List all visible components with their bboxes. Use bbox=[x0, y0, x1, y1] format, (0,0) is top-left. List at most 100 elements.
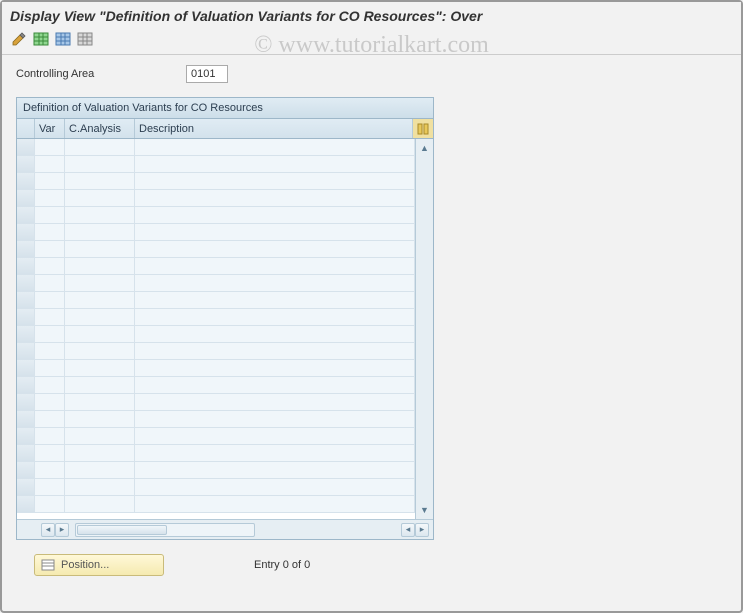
row-selector[interactable] bbox=[17, 173, 35, 189]
row-selector[interactable] bbox=[17, 445, 35, 461]
cell-var[interactable] bbox=[35, 139, 65, 155]
select-all-header[interactable] bbox=[17, 119, 35, 138]
row-selector[interactable] bbox=[17, 411, 35, 427]
row-selector[interactable] bbox=[17, 326, 35, 342]
row-selector[interactable] bbox=[17, 224, 35, 240]
cell-var[interactable] bbox=[35, 479, 65, 495]
table-row[interactable] bbox=[17, 428, 415, 445]
cell-var[interactable] bbox=[35, 207, 65, 223]
table-row[interactable] bbox=[17, 190, 415, 207]
controlling-area-value[interactable]: 0101 bbox=[186, 65, 228, 83]
hscroll-track[interactable] bbox=[75, 523, 255, 537]
cell-description[interactable] bbox=[135, 428, 415, 444]
cell-description[interactable] bbox=[135, 207, 415, 223]
row-selector[interactable] bbox=[17, 156, 35, 172]
cell-description[interactable] bbox=[135, 292, 415, 308]
cell-canalysis[interactable] bbox=[65, 139, 135, 155]
table-row[interactable] bbox=[17, 241, 415, 258]
table-row[interactable] bbox=[17, 394, 415, 411]
cell-var[interactable] bbox=[35, 173, 65, 189]
cell-canalysis[interactable] bbox=[65, 394, 135, 410]
cell-canalysis[interactable] bbox=[65, 207, 135, 223]
scroll-last-icon[interactable]: ▸ bbox=[415, 523, 429, 537]
row-selector[interactable] bbox=[17, 496, 35, 512]
table-row[interactable] bbox=[17, 496, 415, 513]
position-button[interactable]: Position... bbox=[34, 554, 164, 576]
table-gray-icon[interactable] bbox=[76, 30, 94, 48]
table-row[interactable] bbox=[17, 156, 415, 173]
cell-var[interactable] bbox=[35, 377, 65, 393]
table-row[interactable] bbox=[17, 445, 415, 462]
cell-canalysis[interactable] bbox=[65, 292, 135, 308]
cell-canalysis[interactable] bbox=[65, 462, 135, 478]
row-selector[interactable] bbox=[17, 241, 35, 257]
row-selector[interactable] bbox=[17, 292, 35, 308]
scroll-first-icon[interactable]: ◂ bbox=[41, 523, 55, 537]
cell-canalysis[interactable] bbox=[65, 360, 135, 376]
row-selector[interactable] bbox=[17, 258, 35, 274]
cell-var[interactable] bbox=[35, 224, 65, 240]
cell-var[interactable] bbox=[35, 258, 65, 274]
cell-description[interactable] bbox=[135, 394, 415, 410]
scroll-left-icon[interactable]: ▸ bbox=[55, 523, 69, 537]
edit-icon[interactable] bbox=[10, 30, 28, 48]
table-row[interactable] bbox=[17, 224, 415, 241]
cell-canalysis[interactable] bbox=[65, 496, 135, 512]
cell-canalysis[interactable] bbox=[65, 241, 135, 257]
table-row[interactable] bbox=[17, 326, 415, 343]
cell-description[interactable] bbox=[135, 139, 415, 155]
row-selector[interactable] bbox=[17, 343, 35, 359]
cell-description[interactable] bbox=[135, 156, 415, 172]
cell-var[interactable] bbox=[35, 411, 65, 427]
table-row[interactable] bbox=[17, 411, 415, 428]
cell-var[interactable] bbox=[35, 156, 65, 172]
row-selector[interactable] bbox=[17, 207, 35, 223]
cell-canalysis[interactable] bbox=[65, 156, 135, 172]
cell-canalysis[interactable] bbox=[65, 479, 135, 495]
cell-canalysis[interactable] bbox=[65, 428, 135, 444]
table-row[interactable] bbox=[17, 309, 415, 326]
cell-var[interactable] bbox=[35, 309, 65, 325]
cell-description[interactable] bbox=[135, 496, 415, 512]
cell-canalysis[interactable] bbox=[65, 411, 135, 427]
col-description[interactable]: Description bbox=[135, 119, 413, 138]
cell-canalysis[interactable] bbox=[65, 224, 135, 240]
row-selector[interactable] bbox=[17, 394, 35, 410]
table-row[interactable] bbox=[17, 207, 415, 224]
cell-description[interactable] bbox=[135, 173, 415, 189]
vertical-scrollbar[interactable]: ▲ ▼ bbox=[415, 139, 433, 519]
cell-description[interactable] bbox=[135, 275, 415, 291]
cell-canalysis[interactable] bbox=[65, 275, 135, 291]
cell-var[interactable] bbox=[35, 292, 65, 308]
cell-description[interactable] bbox=[135, 462, 415, 478]
cell-description[interactable] bbox=[135, 411, 415, 427]
cell-var[interactable] bbox=[35, 394, 65, 410]
cell-description[interactable] bbox=[135, 241, 415, 257]
cell-var[interactable] bbox=[35, 360, 65, 376]
cell-var[interactable] bbox=[35, 343, 65, 359]
cell-var[interactable] bbox=[35, 445, 65, 461]
cell-canalysis[interactable] bbox=[65, 258, 135, 274]
table-row[interactable] bbox=[17, 292, 415, 309]
row-selector[interactable] bbox=[17, 275, 35, 291]
row-selector[interactable] bbox=[17, 479, 35, 495]
cell-description[interactable] bbox=[135, 326, 415, 342]
cell-canalysis[interactable] bbox=[65, 377, 135, 393]
cell-description[interactable] bbox=[135, 343, 415, 359]
cell-description[interactable] bbox=[135, 224, 415, 240]
cell-description[interactable] bbox=[135, 190, 415, 206]
cell-var[interactable] bbox=[35, 428, 65, 444]
table-row[interactable] bbox=[17, 360, 415, 377]
hscroll-thumb[interactable] bbox=[77, 525, 167, 535]
row-selector[interactable] bbox=[17, 462, 35, 478]
scroll-up-icon[interactable]: ▲ bbox=[418, 141, 432, 155]
cell-canalysis[interactable] bbox=[65, 343, 135, 359]
table-row[interactable] bbox=[17, 479, 415, 496]
cell-var[interactable] bbox=[35, 326, 65, 342]
cell-description[interactable] bbox=[135, 258, 415, 274]
cell-description[interactable] bbox=[135, 377, 415, 393]
col-var[interactable]: Var bbox=[35, 119, 65, 138]
column-config-icon[interactable] bbox=[413, 119, 433, 138]
cell-var[interactable] bbox=[35, 496, 65, 512]
row-selector[interactable] bbox=[17, 190, 35, 206]
